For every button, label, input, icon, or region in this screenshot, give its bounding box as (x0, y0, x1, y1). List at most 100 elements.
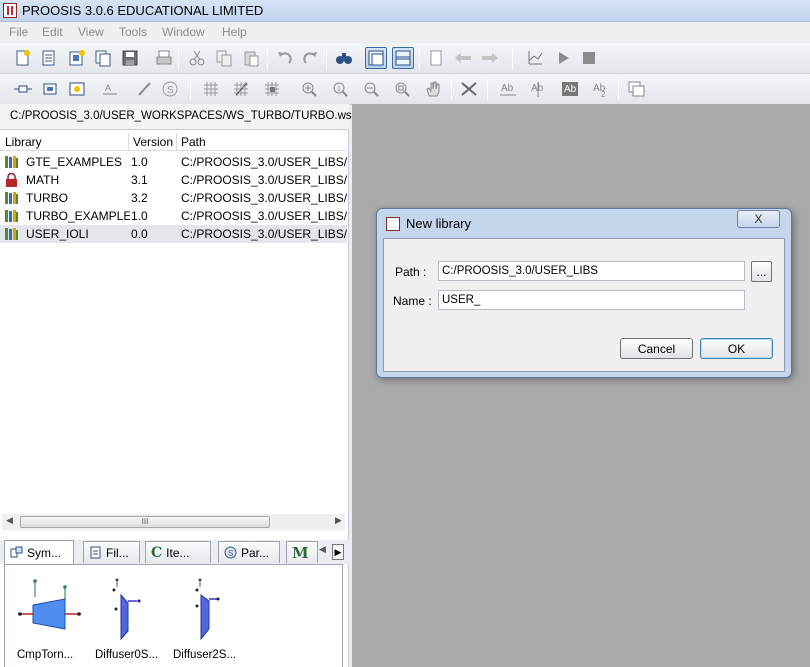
save-icon (122, 50, 138, 66)
menu-view[interactable]: View (78, 25, 104, 39)
library-name: GTE_EXAMPLES (26, 155, 123, 169)
grid-snap-button[interactable] (261, 78, 283, 100)
zoom-100-button[interactable]: 1 (329, 78, 351, 100)
text-align-center-button[interactable]: Ab (527, 78, 549, 100)
find-button[interactable] (333, 47, 355, 69)
scissors-icon (189, 50, 205, 66)
zoom-out-button[interactable] (360, 78, 382, 100)
menu-edit[interactable]: Edit (42, 25, 63, 39)
menu-file[interactable]: File (9, 25, 28, 39)
zoom-fit-button[interactable] (391, 78, 413, 100)
new-component-button[interactable] (66, 47, 88, 69)
connect-button[interactable] (458, 78, 480, 100)
symbol-item[interactable]: Diffuser2S... (173, 573, 253, 663)
text-format-button[interactable]: Ab 2 (590, 78, 612, 100)
stop-button[interactable] (578, 47, 600, 69)
print-button[interactable] (153, 47, 175, 69)
copy-document-button[interactable] (92, 47, 114, 69)
s-tool-button[interactable]: S (159, 78, 181, 100)
symbols-icon (10, 546, 23, 558)
new-library-dialog: New library X Path : C:/PROOSIS_3.0/USER… (376, 208, 792, 378)
library-path: C:/PROOSIS_3.0/USER_LIBS/GTE (181, 155, 347, 169)
copy-button[interactable] (213, 47, 235, 69)
panel-tabs: Sym... Fil... C Ite... S Par... M ◀ ▶ (0, 540, 349, 564)
tab-more[interactable]: M (286, 541, 318, 563)
scrollbar-thumb[interactable]: III (20, 516, 270, 528)
windows-button[interactable] (626, 78, 648, 100)
library-row[interactable]: TURBO 3.2 C:/PROOSIS_3.0/USER_LIBS/TUF (0, 189, 347, 207)
tab-partitions[interactable]: S Par... (218, 541, 280, 563)
library-row[interactable]: MATH 3.1 C:/PROOSIS_3.0/USER_LIBS/MA (0, 171, 347, 189)
library-path: C:/PROOSIS_3.0/USER_LIBS/TUF (181, 209, 347, 223)
grid-button[interactable] (200, 78, 222, 100)
layout-split-button[interactable] (365, 47, 387, 69)
schematic-tool-button[interactable] (66, 78, 88, 100)
tab-items-label: Ite... (166, 545, 190, 560)
port-tool-button[interactable] (12, 78, 34, 100)
path-field[interactable]: C:/PROOSIS_3.0/USER_LIBS (438, 261, 745, 281)
redo-icon (303, 52, 317, 64)
play-icon (559, 52, 569, 64)
save-button[interactable] (119, 47, 141, 69)
scroll-left-icon[interactable]: ◀ (6, 515, 13, 526)
column-path[interactable]: Path (181, 135, 206, 149)
menu-tools[interactable]: Tools (119, 25, 147, 39)
page-button[interactable] (425, 47, 447, 69)
symbol-item[interactable]: CmpTorn... (17, 573, 97, 663)
library-row[interactable]: TURBO_EXAMPLES 1.0 C:/PROOSIS_3.0/USER_L… (0, 207, 347, 225)
scroll-right-icon[interactable]: ▶ (335, 515, 342, 526)
edit-tool-button[interactable] (134, 78, 156, 100)
zoom-actual-icon: 1 (333, 82, 348, 97)
component-tool-button[interactable] (39, 78, 61, 100)
zoom-out-icon (364, 82, 379, 97)
column-version[interactable]: Version (133, 135, 173, 149)
name-field[interactable]: USER_ (438, 290, 745, 310)
browse-button[interactable]: ... (751, 261, 772, 282)
layout-split-icon (368, 50, 384, 66)
back-button[interactable] (452, 47, 474, 69)
grid-edit-button[interactable] (230, 78, 252, 100)
new-document-button[interactable] (12, 47, 34, 69)
text-align-left-button[interactable]: Ab (497, 78, 519, 100)
books-icon (5, 192, 18, 204)
ok-button[interactable]: OK (700, 338, 773, 359)
align-tool-button[interactable]: A (99, 78, 121, 100)
close-button[interactable]: X (737, 210, 780, 228)
symbol-item[interactable]: Diffuser0S... (95, 573, 175, 663)
cancel-button[interactable]: Cancel (620, 338, 693, 359)
diffuser-icon (112, 578, 141, 641)
chart-button[interactable] (524, 47, 546, 69)
library-name: MATH (26, 173, 60, 187)
tab-symbols[interactable]: Sym... (4, 540, 74, 564)
zoom-in-button[interactable] (298, 78, 320, 100)
forward-button[interactable] (479, 47, 501, 69)
horizontal-scrollbar[interactable]: ◀ III ▶ (2, 514, 345, 530)
align-icon: A (103, 83, 117, 95)
menu-window[interactable]: Window (162, 25, 205, 39)
path-label: Path : (395, 265, 427, 279)
cut-button[interactable] (186, 47, 208, 69)
layout-horizontal-button[interactable] (392, 47, 414, 69)
library-row-selected[interactable]: USER_IOLI 0.0 C:/PROOSIS_3.0/USER_LIBS/U… (0, 225, 347, 243)
column-library[interactable]: Library (5, 135, 42, 149)
close-icon: X (754, 212, 763, 226)
menu-help[interactable]: Help (222, 25, 247, 39)
tab-items[interactable]: C Ite... (145, 541, 211, 563)
open-document-button[interactable] (38, 47, 60, 69)
library-name: TURBO (26, 191, 68, 205)
tab-scroll-left-icon[interactable]: ◀ (319, 544, 331, 560)
arrow-left-icon (455, 53, 471, 63)
grid-icon (204, 82, 218, 96)
grid-edit-icon (234, 82, 248, 96)
text-style-button[interactable]: Ab (559, 78, 581, 100)
tab-files[interactable]: Fil... (83, 541, 140, 563)
library-row[interactable]: GTE_EXAMPLES 1.0 C:/PROOSIS_3.0/USER_LIB… (0, 153, 347, 171)
pan-button[interactable] (422, 78, 444, 100)
undo-button[interactable] (273, 47, 295, 69)
text-style-icon: Ab (562, 82, 578, 96)
library-path: C:/PROOSIS_3.0/USER_LIBS/TUF (181, 191, 347, 205)
paste-button[interactable] (240, 47, 262, 69)
redo-button[interactable] (300, 47, 322, 69)
tab-scroll-right-icon[interactable]: ▶ (332, 544, 344, 560)
run-button[interactable] (552, 47, 574, 69)
